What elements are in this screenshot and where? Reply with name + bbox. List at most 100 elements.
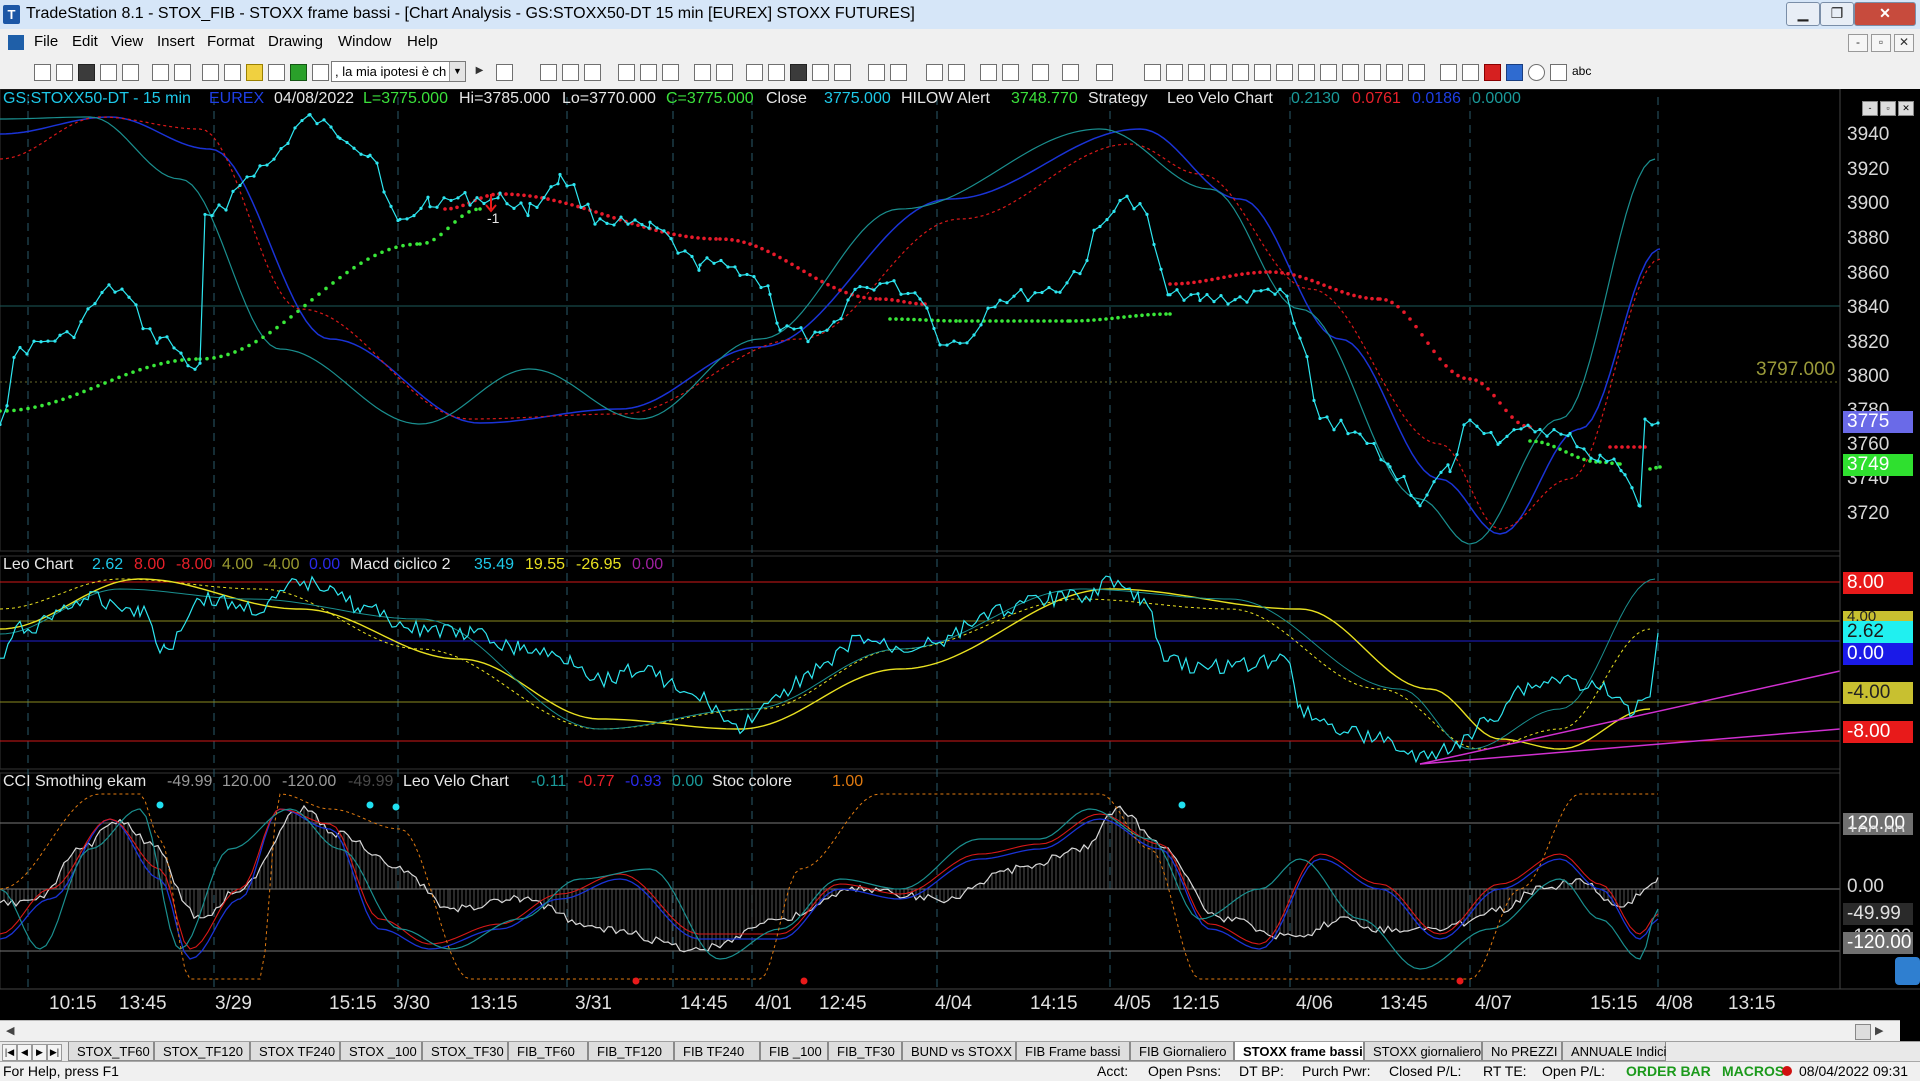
candle-chart-icon[interactable] xyxy=(834,64,851,81)
crosshair-icon[interactable] xyxy=(1002,64,1019,81)
close-button[interactable]: ✕ xyxy=(1854,2,1916,26)
zoom-in-icon[interactable] xyxy=(926,64,943,81)
chart-window-icon[interactable] xyxy=(8,35,24,50)
play-icon[interactable]: ▶ xyxy=(472,64,487,79)
buy-arrow-icon[interactable] xyxy=(1506,64,1523,81)
sell-arrow-icon[interactable] xyxy=(1484,64,1501,81)
workspace-icon[interactable] xyxy=(100,64,117,81)
options-icon[interactable] xyxy=(268,64,285,81)
radar-screen-icon[interactable] xyxy=(746,64,763,81)
matrix-icon[interactable] xyxy=(768,64,785,81)
overlay-icon[interactable] xyxy=(662,64,679,81)
menu-drawing[interactable]: Drawing xyxy=(268,33,323,50)
zoom-chart-icon[interactable] xyxy=(618,64,635,81)
save-icon[interactable] xyxy=(78,64,95,81)
tab-fib-tf240[interactable]: FIB TF240 xyxy=(674,1042,760,1061)
scroll-right-arrow-icon[interactable]: ▶ xyxy=(1875,1024,1883,1037)
open-icon[interactable] xyxy=(56,64,73,81)
arrow-diagonal-icon[interactable] xyxy=(1342,64,1359,81)
new-icon[interactable] xyxy=(34,64,51,81)
tab-stox-100[interactable]: STOX _100 xyxy=(340,1042,422,1061)
symbol-icon[interactable] xyxy=(312,64,329,81)
tab-bund-vs-stoxx[interactable]: BUND vs STOXX xyxy=(902,1042,1016,1061)
bar-chart-icon[interactable] xyxy=(812,64,829,81)
tab-fib-tf120[interactable]: FIB_TF120 xyxy=(588,1042,674,1061)
zoom-out-icon[interactable] xyxy=(948,64,965,81)
calculator-icon[interactable] xyxy=(1062,64,1079,81)
menu-insert[interactable]: Insert xyxy=(157,33,195,50)
pane-restore-button[interactable]: ▫ xyxy=(1880,101,1896,116)
table-icon[interactable] xyxy=(584,64,601,81)
gann-fan-icon[interactable] xyxy=(1232,64,1249,81)
arrow-horizontal-icon[interactable] xyxy=(1320,64,1337,81)
text-tool[interactable]: abc xyxy=(1572,64,1591,78)
restore-button[interactable]: ❐ xyxy=(1820,2,1854,26)
speed-lines-icon[interactable] xyxy=(1298,64,1315,81)
tools-icon[interactable] xyxy=(1032,64,1049,81)
cycle-icon[interactable] xyxy=(1386,64,1403,81)
doc-restore-button[interactable]: ▫ xyxy=(1871,34,1891,52)
menu-window[interactable]: Window xyxy=(338,33,391,50)
insert-indicator-icon[interactable] xyxy=(540,64,557,81)
doc-minimize-button[interactable]: - xyxy=(1848,34,1868,52)
chart-icon[interactable] xyxy=(202,64,219,81)
fib-retracement-icon[interactable] xyxy=(1210,64,1227,81)
tab-stoxx-giornaliero[interactable]: STOXX giornaliero xyxy=(1364,1042,1482,1061)
ellipse-icon[interactable] xyxy=(1528,64,1545,81)
menu-help[interactable]: Help xyxy=(407,33,438,50)
tab-no-prezzi[interactable]: No PREZZI xyxy=(1482,1042,1562,1061)
print-icon[interactable] xyxy=(152,64,169,81)
tab-fib-100[interactable]: FIB _100 xyxy=(760,1042,828,1061)
tab-first-icon[interactable]: |◀ xyxy=(2,1044,17,1061)
menu-edit[interactable]: Edit xyxy=(72,33,98,50)
tab-stox-tf240[interactable]: STOX TF240 xyxy=(250,1042,340,1061)
tab-fib-tf30[interactable]: FIB_TF30 xyxy=(828,1042,902,1061)
tab-fib-tf60[interactable]: FIB_TF60 xyxy=(508,1042,588,1061)
pane-minimize-button[interactable]: - xyxy=(1862,101,1878,116)
tab-next-icon[interactable]: ▶ xyxy=(32,1044,47,1061)
tab-last-icon[interactable]: ▶| xyxy=(47,1044,62,1061)
tab-fib-frame-bassi[interactable]: FIB Frame bassi xyxy=(1016,1042,1130,1061)
format-icon[interactable] xyxy=(562,64,579,81)
chevron-down-icon[interactable]: ▼ xyxy=(449,62,465,81)
doc-close-button[interactable]: ✕ xyxy=(1894,34,1914,52)
tab-stox-tf30[interactable]: STOX_TF30 xyxy=(422,1042,508,1061)
vertical-lines-icon[interactable] xyxy=(1166,64,1183,81)
tab-fib-giornaliero[interactable]: FIB Giornaliero xyxy=(1130,1042,1234,1061)
scroll-left-arrow-icon[interactable]: ◀ xyxy=(6,1024,14,1037)
trendline-icon[interactable] xyxy=(1144,64,1161,81)
rectangle-icon[interactable] xyxy=(1550,64,1567,81)
menu-view[interactable]: View xyxy=(111,33,143,50)
tab-prev-icon[interactable]: ◀ xyxy=(17,1044,32,1061)
folder-icon[interactable] xyxy=(122,64,139,81)
data-window-icon[interactable] xyxy=(790,64,807,81)
pane-close-button[interactable]: ✕ xyxy=(1898,101,1914,116)
globe-icon[interactable] xyxy=(290,64,307,81)
tab-stox-tf120[interactable]: STOX_TF120 xyxy=(154,1042,250,1061)
lock-icon[interactable] xyxy=(246,64,263,81)
scroll-thumb[interactable] xyxy=(1855,1024,1871,1040)
scroll-left-icon[interactable] xyxy=(868,64,885,81)
print-preview-icon[interactable] xyxy=(174,64,191,81)
minimize-button[interactable]: ▁ xyxy=(1786,2,1820,26)
horizontal-scrollbar[interactable]: ◀ ▶ xyxy=(0,1020,1900,1041)
menu-file[interactable]: File xyxy=(34,33,58,50)
arc-icon[interactable] xyxy=(1364,64,1381,81)
regression-icon[interactable] xyxy=(1254,64,1271,81)
freehand-icon[interactable] xyxy=(1462,64,1479,81)
scroll-right-icon[interactable] xyxy=(890,64,907,81)
pointer-icon[interactable] xyxy=(980,64,997,81)
macro-icon[interactable] xyxy=(716,64,733,81)
pencil-icon[interactable] xyxy=(1408,64,1425,81)
chart-area[interactable]: GS:STOXX50-DT - 15 min EUREX 04/08/2022 … xyxy=(0,89,1920,1020)
scroll-to-end-icon[interactable] xyxy=(1895,957,1920,985)
tab-annuale-indici[interactable]: ANNUALE Indici xyxy=(1562,1042,1666,1061)
strategy-icon[interactable] xyxy=(694,64,711,81)
macros-toggle[interactable]: MACROS xyxy=(1722,1062,1784,1081)
curve-icon[interactable] xyxy=(1440,64,1457,81)
menu-format[interactable]: Format xyxy=(207,33,255,50)
radar-icon[interactable] xyxy=(224,64,241,81)
symbol-combo[interactable]: , la mia ipotesi è ch ▼ xyxy=(331,61,466,82)
tab-stox-tf60[interactable]: STOX_TF60 xyxy=(68,1042,154,1061)
tab-stoxx-frame-bassi[interactable]: STOXX frame bassi xyxy=(1234,1042,1364,1061)
